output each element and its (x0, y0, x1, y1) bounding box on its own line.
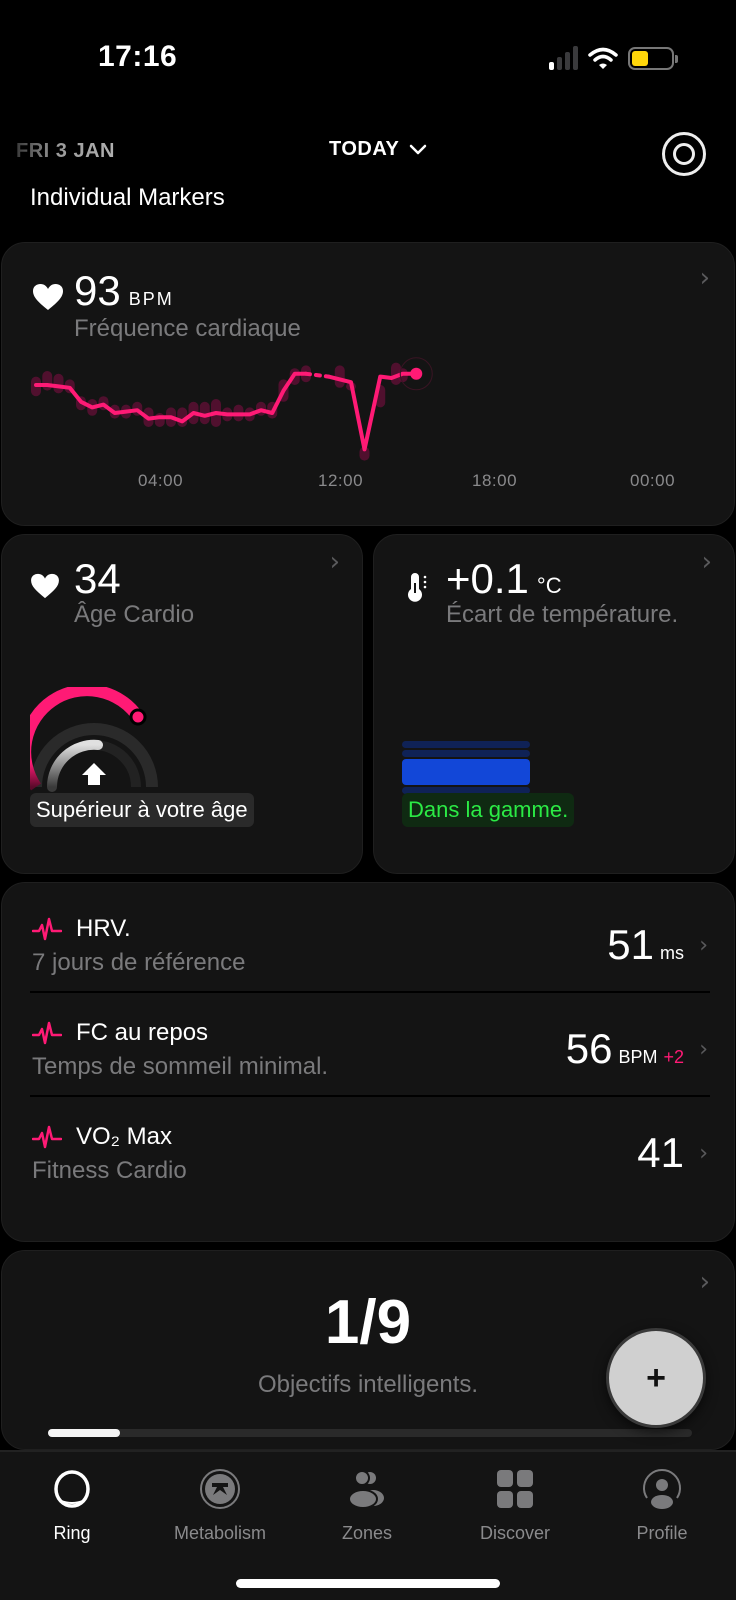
list-item-subtitle: 7 jours de référence (32, 949, 246, 976)
cardio-age-gauge (30, 687, 158, 792)
list-item-subtitle: Fitness Cardio (32, 1157, 187, 1184)
temperature-label: Écart de température. (446, 601, 679, 628)
tab-discover[interactable]: Discover (445, 1468, 585, 1544)
list-item-value: 41 (637, 1129, 684, 1176)
profile-icon (643, 1469, 681, 1509)
heart-rate-value: 93 (74, 267, 121, 314)
list-item-value: 56 (565, 1025, 613, 1072)
thermometer-icon (408, 573, 427, 602)
x-tick-label: 04:00 (138, 471, 184, 490)
list-item-value-group: 56 BPM +2 (566, 1025, 684, 1073)
add-button[interactable]: + (606, 1328, 706, 1428)
metabolism-icon (200, 1469, 240, 1509)
tab-bar: Ring Metabolism Zones Discover Profile (0, 1450, 736, 1600)
heart-icon (31, 573, 59, 599)
list-item-subtitle: Temps de sommeil minimal. (32, 1053, 329, 1080)
list-item-delta: +2 (663, 1047, 684, 1067)
list-item-value: 51 (607, 921, 654, 968)
x-tick-label: 00:00 (630, 471, 676, 490)
list-item-resting-hr[interactable]: FC au repos Temps de sommeil minimal. 56… (30, 997, 710, 1097)
tab-label: Ring (53, 1523, 91, 1543)
heart-icon (33, 284, 63, 310)
heart-rate-unit: BPM (128, 289, 174, 309)
temperature-range-indicator (402, 741, 530, 796)
hr-range-bar (42, 371, 53, 391)
period-selector[interactable]: TODAY (329, 138, 427, 161)
heart-rate-card[interactable]: 93 BPM Fréquence cardiaque › 04:00 12:00… (1, 242, 735, 526)
status-icons (549, 46, 678, 70)
x-tick-label: 12:00 (318, 471, 364, 490)
ring-status-icon[interactable] (662, 132, 706, 176)
section-title: Individual Markers (30, 184, 225, 211)
hr-range-bar (53, 373, 64, 394)
ring-icon (54, 1470, 90, 1508)
hr-range-bar (154, 413, 165, 427)
wifi-icon (588, 47, 618, 69)
cardio-age-value: 34 (74, 555, 121, 602)
pulse-icon (32, 1125, 62, 1149)
list-item-vo2max[interactable]: VO₂ Max Fitness Cardio 41 › (30, 1101, 710, 1201)
tab-ring[interactable]: Ring (2, 1468, 142, 1544)
range-band (402, 750, 530, 757)
discover-grid-icon (497, 1470, 533, 1508)
temperature-status-badge: Dans la gamme. (402, 793, 575, 827)
tab-profile[interactable]: Profile (592, 1468, 732, 1544)
range-band-active (402, 759, 530, 785)
tab-label: Profile (636, 1523, 688, 1543)
list-item-unit: BPM (618, 1047, 658, 1067)
hr-line-series (304, 371, 331, 379)
temperature-card[interactable]: +0.1 °C Écart de température. › Dans la … (373, 534, 735, 874)
list-item-title: VO₂ Max (76, 1123, 172, 1150)
divider (30, 991, 710, 993)
cardio-age-value-group: 34 (74, 555, 121, 603)
chevron-right-icon: › (699, 1141, 708, 1166)
period-selector-label: TODAY (329, 138, 400, 160)
status-time: 17:16 (98, 40, 178, 73)
temperature-value: +0.1 (446, 555, 529, 602)
tab-metabolism[interactable]: Metabolism (150, 1468, 290, 1544)
list-item-value-group: 51 ms (607, 921, 684, 969)
divider (30, 1095, 710, 1097)
tab-label: Discover (479, 1523, 550, 1543)
chevron-down-icon (410, 144, 427, 154)
x-tick-label: 18:00 (472, 471, 518, 490)
chevron-right-icon: › (699, 1267, 710, 1297)
battery-icon (628, 46, 678, 70)
list-item-unit: ms (660, 943, 684, 963)
pulse-icon (32, 917, 62, 941)
goals-progress-fill (48, 1429, 120, 1437)
heart-rate-label: Fréquence cardiaque (74, 315, 301, 342)
list-item-value-group: 41 (637, 1129, 684, 1177)
hr-current-point (410, 367, 423, 380)
chevron-right-icon: › (701, 547, 712, 577)
chevron-right-icon: › (329, 547, 340, 577)
temperature-value-group: +0.1 °C (446, 555, 562, 603)
range-band (402, 741, 530, 748)
tab-label: Zones (341, 1523, 393, 1543)
heart-rate-value-group: 93 BPM (74, 267, 174, 315)
heart-rate-chart (31, 357, 433, 461)
cardio-age-card[interactable]: 34 Âge Cardio › Supérieur à votre âge (1, 534, 363, 874)
temperature-unit: °C (536, 573, 562, 598)
pulse-icon (32, 1021, 62, 1045)
top-header: FRI 3 JAN TODAY (0, 130, 736, 176)
markers-list-card: HRV. 7 jours de référence 51 ms › FC au … (1, 882, 735, 1242)
chevron-right-icon: › (699, 263, 710, 293)
date-label[interactable]: FRI 3 JAN (16, 140, 115, 163)
tab-zones[interactable]: Zones (297, 1468, 437, 1544)
chevron-right-icon: › (699, 1037, 708, 1062)
arrow-up-icon (82, 763, 106, 785)
signal-icon (549, 46, 578, 70)
list-item-title: HRV. (76, 915, 131, 942)
cardio-age-status-badge: Supérieur à votre âge (30, 793, 254, 827)
list-item-title: FC au repos (76, 1019, 209, 1046)
chevron-right-icon: › (699, 933, 708, 958)
zones-icon (348, 1470, 384, 1509)
cardio-age-label: Âge Cardio (74, 601, 195, 628)
list-item-hrv[interactable]: HRV. 7 jours de référence 51 ms › (30, 893, 710, 993)
status-bar: 17:16 (0, 0, 736, 110)
home-indicator (236, 1579, 500, 1588)
goals-progress-bar (48, 1429, 692, 1437)
tab-label: Metabolism (173, 1523, 267, 1543)
